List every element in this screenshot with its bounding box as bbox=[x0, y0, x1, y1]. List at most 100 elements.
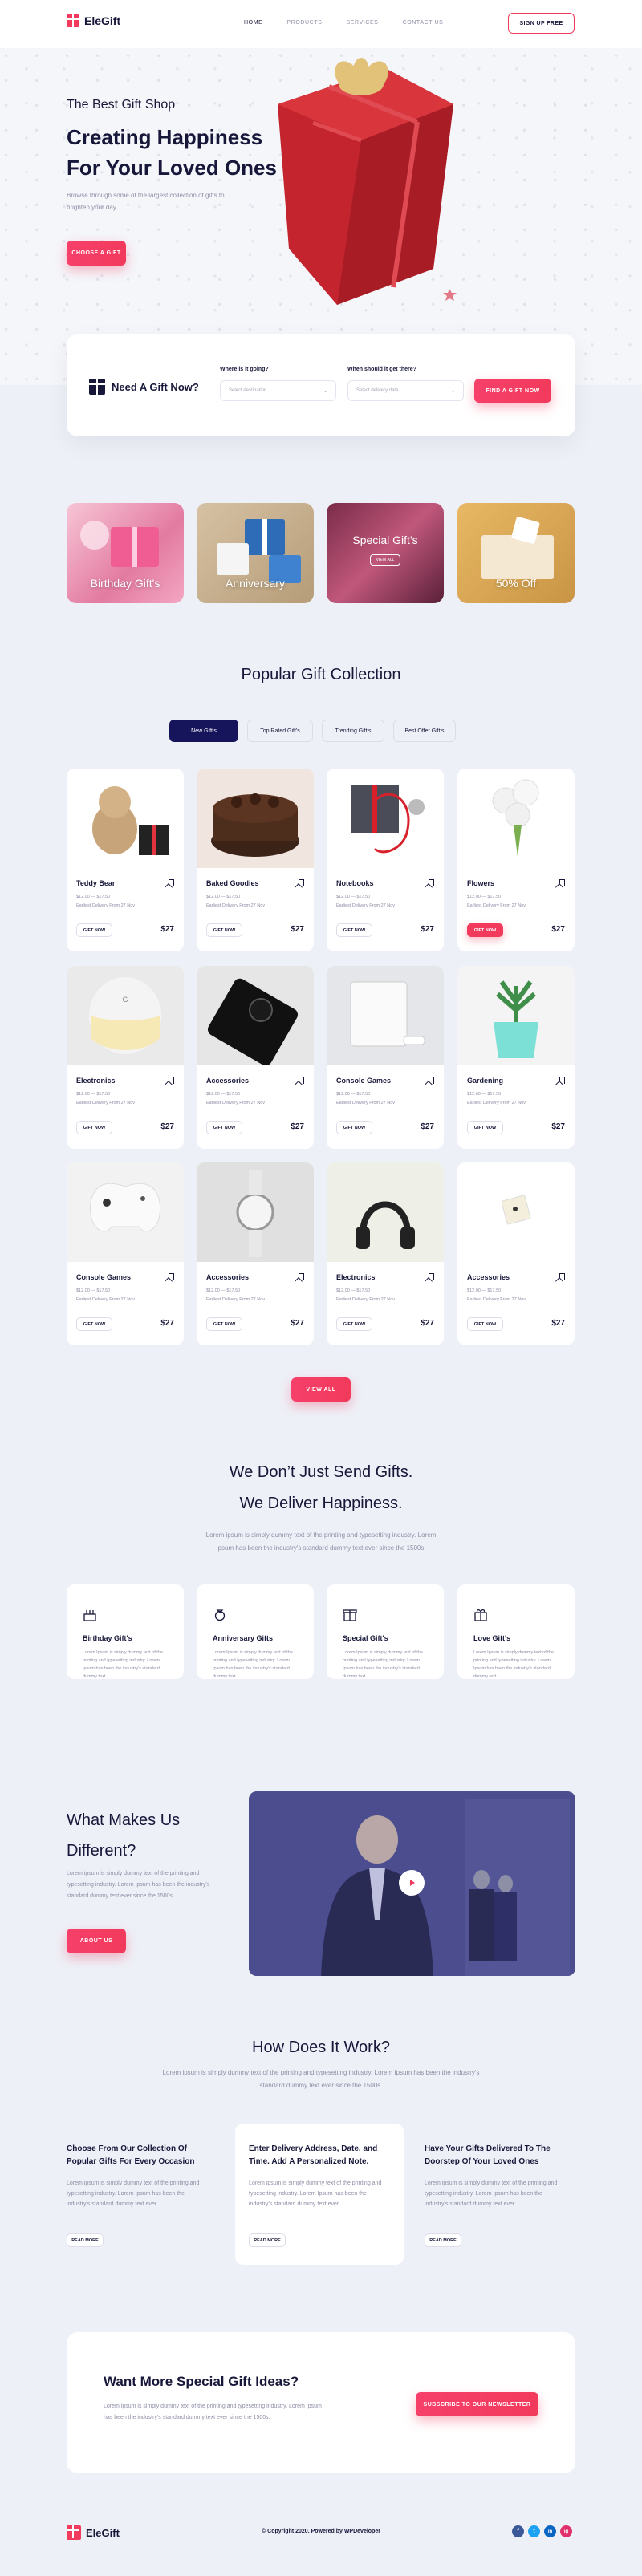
product-price-range: $12.00 — $17.50 bbox=[206, 895, 241, 899]
product-image bbox=[457, 769, 575, 868]
bookmark-icon[interactable] bbox=[429, 1077, 434, 1084]
product-name: Accessories bbox=[467, 1273, 510, 1281]
bookmark-icon[interactable] bbox=[559, 879, 565, 886]
gift-now-button[interactable]: GIFT NOW bbox=[467, 1317, 503, 1331]
bookmark-icon[interactable] bbox=[559, 1273, 565, 1280]
how-step-2: Enter Delivery Address, Date, and Time. … bbox=[235, 2124, 404, 2265]
collection-title: Popular Gift Collection bbox=[241, 666, 401, 684]
read-more-button[interactable]: READ MORE bbox=[425, 2233, 461, 2247]
product-meta: $12.00 — $17.50 Earliest Delivery From 27… bbox=[206, 893, 265, 911]
find-gift-button[interactable]: FIND A GIFT NOW bbox=[474, 379, 551, 403]
gift-now-button[interactable]: GIFT NOW bbox=[76, 923, 112, 937]
bookmark-icon[interactable] bbox=[299, 1077, 304, 1084]
category-sale[interactable]: 50% Off bbox=[457, 503, 575, 603]
nav-services[interactable]: SERVICES bbox=[347, 20, 379, 26]
bookmark-icon[interactable] bbox=[559, 1077, 565, 1084]
signup-button[interactable]: SIGN UP FREE bbox=[508, 13, 575, 34]
nav-products[interactable]: PRODUCTS bbox=[286, 20, 322, 26]
step-title: Have Your Gifts Delivered To The Doorste… bbox=[425, 2144, 551, 2166]
play-button[interactable] bbox=[399, 1870, 425, 1896]
category-special[interactable]: Special Gift's VIEW ALL bbox=[327, 503, 444, 603]
gift-now-button[interactable]: GIFT NOW bbox=[336, 1317, 372, 1331]
service-card-birthday[interactable]: Birthday Gift's Lorem Ipsum is simply du… bbox=[67, 1584, 184, 1679]
gift-now-button[interactable]: GIFT NOW bbox=[76, 1317, 112, 1331]
bookmark-icon[interactable] bbox=[169, 879, 174, 886]
product-meta: $12.00 — $17.50 Earliest Delivery From 27… bbox=[206, 1090, 265, 1108]
gift-now-button[interactable]: GIFT NOW bbox=[467, 923, 503, 937]
gift-icon bbox=[343, 1609, 357, 1621]
product-delivery: Earliest Delivery From 27 Nov bbox=[206, 1101, 266, 1105]
newsletter-description: Lorem ipsum is simply dummy text of the … bbox=[104, 2404, 322, 2420]
tab-new[interactable]: New Gift's bbox=[169, 720, 238, 742]
product-card[interactable]: Baked Goodies $12.00 — $17.50 Earliest Del… bbox=[197, 769, 314, 951]
gift-now-button[interactable]: GIFT NOW bbox=[467, 1121, 503, 1134]
product-card[interactable]: Gardening $12.00 — $17.50 Earliest Deliver… bbox=[457, 966, 575, 1149]
product-card[interactable]: Accessories $12.00 — $17.50 Earliest Deliv… bbox=[457, 1162, 575, 1345]
linkedin-icon[interactable]: in bbox=[544, 2525, 556, 2537]
service-card-love[interactable]: Love Gift's Lorem Ipsum is simply dummy … bbox=[457, 1584, 575, 1679]
category-birthday[interactable]: Birthday Gift's bbox=[67, 503, 184, 603]
service-card-anniversary[interactable]: Anniversary Gifts Lorem Ipsum is simply … bbox=[197, 1584, 314, 1679]
brand-logo[interactable]: EleGift bbox=[67, 14, 120, 27]
product-card[interactable]: Accessories $12.00 — $17.50 Earliest Deliv… bbox=[197, 1162, 314, 1345]
about-us-button[interactable]: ABOUT US bbox=[67, 1929, 126, 1953]
service-title: Birthday Gift's bbox=[83, 1634, 132, 1642]
subscribe-button[interactable]: SUBSCRIBE TO OUR NEWSLETTER bbox=[416, 2392, 538, 2416]
special-view-all-button[interactable]: VIEW ALL bbox=[370, 554, 400, 566]
bookmark-icon[interactable] bbox=[169, 1077, 174, 1084]
how-title: How Does It Work? bbox=[252, 2038, 390, 2056]
product-card[interactable]: Notebooks $12.00 — $17.50 Earliest Deliver… bbox=[327, 769, 444, 951]
tab-top-rated[interactable]: Top Rated Gift's bbox=[247, 720, 313, 742]
facebook-icon[interactable]: f bbox=[512, 2525, 524, 2537]
twitter-icon[interactable]: t bbox=[528, 2525, 540, 2537]
product-card[interactable]: Console Games $12.00 — $17.50 Earliest Del… bbox=[327, 966, 444, 1149]
product-image: G bbox=[67, 966, 184, 1065]
gift-now-button[interactable]: GIFT NOW bbox=[336, 1121, 372, 1134]
product-name: Console Games bbox=[336, 1077, 392, 1085]
destination-select[interactable]: Select destination ⌄ bbox=[220, 380, 336, 401]
product-card[interactable]: Flowers $12.00 — $17.50 Earliest Delivery … bbox=[457, 769, 575, 951]
product-card[interactable]: G Electronics $12.00 — $17.50 Earliest Deli… bbox=[67, 966, 184, 1149]
bookmark-icon[interactable] bbox=[299, 1273, 304, 1280]
product-image bbox=[197, 966, 314, 1065]
bookmark-icon[interactable] bbox=[429, 879, 434, 886]
gift-now-button[interactable]: GIFT NOW bbox=[206, 923, 242, 937]
product-price-range: $12.00 — $17.50 bbox=[467, 1092, 502, 1097]
view-all-button[interactable]: VIEW ALL bbox=[291, 1377, 351, 1402]
product-card[interactable]: Console Games $12.00 — $17.50 Earliest Del… bbox=[67, 1162, 184, 1345]
service-description: Lorem Ipsum is simply dummy text of the … bbox=[343, 1650, 423, 1679]
product-card[interactable]: Accessories $12.00 — $17.50 Earliest Deliv… bbox=[197, 966, 314, 1149]
cake-icon bbox=[83, 1610, 96, 1621]
bookmark-icon[interactable] bbox=[169, 1273, 174, 1280]
instagram-icon[interactable]: ig bbox=[560, 2525, 572, 2537]
read-more-button[interactable]: READ MORE bbox=[249, 2233, 286, 2247]
site-header: EleGift HOME PRODUCTS SERVICES CONTACT U… bbox=[0, 0, 642, 48]
product-name: Gardening bbox=[467, 1077, 504, 1085]
choose-gift-button[interactable]: CHOOSE A GIFT bbox=[67, 241, 126, 266]
product-price: $27 bbox=[291, 1122, 304, 1131]
bookmark-icon[interactable] bbox=[299, 879, 304, 886]
bookmark-icon[interactable] bbox=[429, 1273, 434, 1280]
gift-now-button[interactable]: GIFT NOW bbox=[336, 923, 372, 937]
product-meta: $12.00 — $17.50 Earliest Delivery From 27… bbox=[336, 893, 395, 911]
category-anniversary[interactable]: Anniversary bbox=[197, 503, 314, 603]
date-select[interactable]: Select delivery date ⌄ bbox=[347, 380, 464, 401]
gift-now-button[interactable]: GIFT NOW bbox=[76, 1121, 112, 1134]
destination-placeholder: Select destination bbox=[229, 388, 267, 393]
product-image bbox=[457, 966, 575, 1065]
tab-best-offer[interactable]: Best Offer Gift's bbox=[393, 720, 456, 742]
tab-trending[interactable]: Trending Gift's bbox=[322, 720, 384, 742]
nav-contact[interactable]: CONTACT US bbox=[403, 20, 444, 26]
product-price-range: $12.00 — $17.50 bbox=[467, 1288, 502, 1293]
service-card-special[interactable]: Special Gift's Lorem Ipsum is simply dum… bbox=[327, 1584, 444, 1679]
how-description: Lorem ipsum is simply dummy text of the … bbox=[162, 2069, 480, 2089]
gift-now-button[interactable]: GIFT NOW bbox=[206, 1121, 242, 1134]
nav-home[interactable]: HOME bbox=[244, 20, 262, 26]
category-label: 50% Off bbox=[495, 577, 537, 590]
read-more-button[interactable]: READ MORE bbox=[67, 2233, 104, 2247]
service-description: Lorem Ipsum is simply dummy text of the … bbox=[83, 1650, 163, 1679]
product-card[interactable]: Teddy Bear $12.00 — $17.50 Earliest Delive… bbox=[67, 769, 184, 951]
about-video[interactable] bbox=[249, 1791, 575, 1976]
gift-now-button[interactable]: GIFT NOW bbox=[206, 1317, 242, 1331]
product-card[interactable]: Electronics $12.00 — $17.50 Earliest Deliv… bbox=[327, 1162, 444, 1345]
